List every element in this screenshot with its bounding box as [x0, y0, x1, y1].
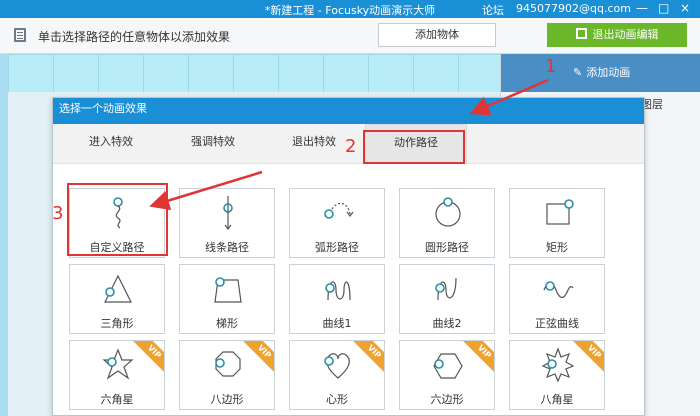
add-animation-label: 添加动画	[586, 66, 631, 79]
motion-path-label: 八边形	[210, 393, 244, 406]
motion-path-label: 圆形路径	[425, 241, 469, 254]
title-bar: *新建工程 - Focusky动画演示大师 论坛 945077902@qq.co…	[0, 0, 700, 18]
add-animation-icon: ✎	[573, 66, 583, 79]
circle-path-icon	[435, 197, 461, 227]
motion-path-option[interactable]: 八角星 VIP	[509, 340, 605, 410]
motion-path-label: 六边形	[430, 393, 464, 406]
rectangle-path-icon	[546, 199, 574, 225]
motion-path-option[interactable]: 线条路径	[179, 188, 275, 258]
tab-enter-effect[interactable]: 进入特效	[61, 124, 161, 164]
arc-path-icon	[324, 202, 354, 219]
motion-path-option[interactable]: 心形 VIP	[289, 340, 385, 410]
motion-path-label: 三角形	[100, 317, 134, 330]
motion-path-option[interactable]: 六边形 VIP	[399, 340, 495, 410]
annotation-step-1: 1	[545, 56, 557, 77]
selection-hint: 单击选择路径的任意物体以添加效果	[38, 30, 231, 44]
timeline-grid	[8, 54, 500, 92]
curve1-path-icon	[325, 281, 351, 301]
motion-path-label: 矩形	[546, 241, 568, 254]
motion-path-label: 六角星	[100, 393, 134, 406]
exit-animation-edit-label: 退出动画编辑	[592, 28, 659, 41]
toolbar: 单击选择路径的任意物体以添加效果 添加物体 退出动画编辑	[0, 18, 700, 54]
octagon-path-icon	[215, 351, 241, 377]
forum-link[interactable]: 论坛	[482, 2, 504, 18]
trapezoid-path-icon	[214, 277, 242, 303]
document-icon	[14, 28, 26, 42]
line-path-icon	[223, 196, 233, 230]
heart-path-icon	[324, 353, 350, 379]
close-button[interactable]: ×	[680, 1, 690, 15]
motion-path-label: 线条路径	[205, 241, 249, 254]
motion-path-option[interactable]: 弧形路径	[289, 188, 385, 258]
hexagram-path-icon	[102, 348, 134, 380]
motion-path-label: 梯形	[216, 317, 238, 330]
motion-path-label: 正弦曲线	[535, 317, 579, 330]
add-object-button[interactable]: 添加物体	[378, 23, 496, 47]
motion-path-option[interactable]: 正弦曲线	[509, 264, 605, 334]
tab-emphasis-effect[interactable]: 强调特效	[161, 124, 265, 164]
hexagon-path-icon	[433, 353, 463, 379]
motion-path-label: 八角星	[540, 393, 574, 406]
dialog-title: 选择一个动画效果	[53, 98, 644, 124]
motion-path-option[interactable]: 圆形路径	[399, 188, 495, 258]
minimize-button[interactable]: —	[636, 1, 648, 15]
motion-path-option[interactable]: 六角星 VIP	[69, 340, 165, 410]
add-animation-button[interactable]: ✎ 添加动画	[501, 54, 700, 92]
user-email[interactable]: 945077902@qq.com	[516, 2, 631, 15]
exit-animation-edit-button[interactable]: 退出动画编辑	[547, 23, 687, 47]
sine-path-icon	[543, 281, 574, 299]
motion-path-label: 曲线1	[322, 317, 352, 330]
annotation-box-motion-path	[363, 130, 465, 164]
motion-path-option[interactable]: 三角形	[69, 264, 165, 334]
exit-icon	[575, 28, 587, 39]
canvas-left-strip	[0, 54, 8, 416]
motion-path-option[interactable]: 曲线2	[399, 264, 495, 334]
motion-path-option[interactable]: 矩形	[509, 188, 605, 258]
octagram-path-icon	[542, 347, 574, 383]
motion-path-label: 心形	[326, 393, 348, 406]
motion-path-option[interactable]: 梯形	[179, 264, 275, 334]
maximize-button[interactable]: □	[658, 1, 669, 15]
motion-path-label: 曲线2	[432, 317, 462, 330]
triangle-path-icon	[104, 274, 132, 303]
motion-path-option[interactable]: 八边形 VIP	[179, 340, 275, 410]
motion-path-option[interactable]: 曲线1	[289, 264, 385, 334]
annotation-step-3: 3	[52, 203, 64, 224]
annotation-step-2: 2	[345, 136, 357, 157]
annotation-box-custom-path	[67, 183, 168, 256]
curve2-path-icon	[435, 277, 457, 301]
motion-path-label: 弧形路径	[315, 241, 359, 254]
